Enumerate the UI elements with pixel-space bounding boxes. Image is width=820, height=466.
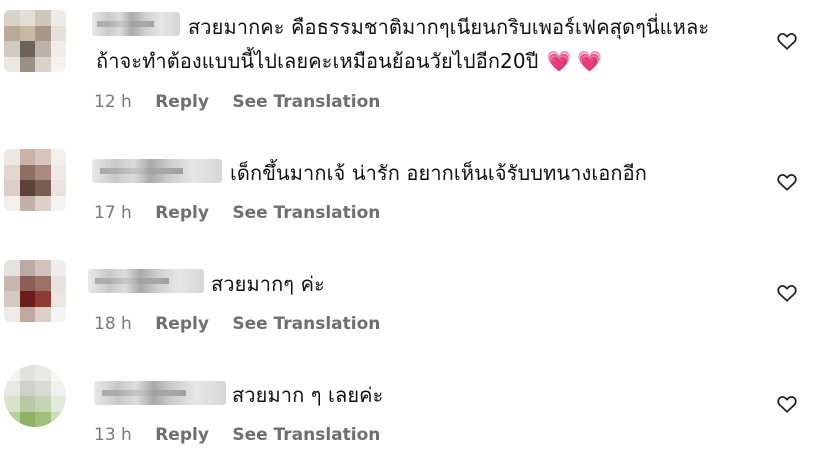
see-translation-button[interactable]: See Translation xyxy=(232,314,380,334)
reply-button[interactable]: Reply xyxy=(155,203,209,223)
comment-text-line: สวยมากคะ คือธรรมชาติมากๆเนียนกริบเพอร์เฟ… xyxy=(188,15,710,39)
comment-time: 17 h xyxy=(94,203,132,223)
heart-outline-icon xyxy=(777,396,797,413)
see-translation-button[interactable]: See Translation xyxy=(232,92,380,112)
comment-time: 13 h xyxy=(94,425,132,445)
comment-text: สวยมากคะ คือธรรมชาติมากๆเนียนกริบเพอร์เฟ… xyxy=(188,12,709,42)
username-blurred[interactable] xyxy=(92,12,180,36)
comment-text: สวยมาก ๆ เลยค่ะ xyxy=(232,380,383,410)
username-blurred[interactable] xyxy=(94,381,226,405)
avatar[interactable] xyxy=(4,10,66,72)
reply-button[interactable]: Reply xyxy=(155,425,209,445)
comment-text-line: สวยมากๆ ค่ะ xyxy=(211,272,325,296)
like-button[interactable] xyxy=(776,171,798,193)
comment-text: สวยมากๆ ค่ะ xyxy=(211,269,325,299)
heart-outline-icon xyxy=(777,285,797,302)
heart-outline-icon xyxy=(777,174,797,191)
comment-item: สวยมากๆ ค่ะ 18 h Reply See Translation xyxy=(0,222,820,334)
comment-meta: 12 h Reply See Translation xyxy=(94,92,398,112)
avatar[interactable] xyxy=(4,149,66,211)
comment-text-line: ถ้าจะทำต้องแบบนี้ไปเลยคะเหมือนย้อนวัยไปอ… xyxy=(96,49,539,73)
comment-item: เด็กขึ้นมากเจ้ น่ารัก อยากเห็นเจ้รับบทนา… xyxy=(0,111,820,223)
reply-button[interactable]: Reply xyxy=(155,92,209,112)
comment-text-line: สวยมาก ๆ เลยค่ะ xyxy=(232,383,384,407)
avatar[interactable] xyxy=(4,365,66,427)
comment-text-line: เด็กขึ้นมากเจ้ น่ารัก อยากเห็นเจ้รับบทนา… xyxy=(230,161,647,185)
comment-text-continued: ถ้าจะทำต้องแบบนี้ไปเลยคะเหมือนย้อนวัยไปอ… xyxy=(96,46,608,76)
heart-emoji-icon: 💗💗 xyxy=(546,49,609,73)
username-blurred[interactable] xyxy=(88,269,204,293)
like-button[interactable] xyxy=(776,30,798,52)
comment-text: เด็กขึ้นมากเจ้ น่ารัก อยากเห็นเจ้รับบทนา… xyxy=(230,158,647,188)
see-translation-button[interactable]: See Translation xyxy=(232,203,380,223)
comment-meta: 13 h Reply See Translation xyxy=(94,425,398,445)
comment-time: 18 h xyxy=(94,314,132,334)
like-button[interactable] xyxy=(776,282,798,304)
comment-item: สวยมากคะ คือธรรมชาติมากๆเนียนกริบเพอร์เฟ… xyxy=(0,0,820,112)
see-translation-button[interactable]: See Translation xyxy=(232,425,380,445)
comment-meta: 18 h Reply See Translation xyxy=(94,314,398,334)
comment-time: 12 h xyxy=(94,92,132,112)
comment-item: สวยมาก ๆ เลยค่ะ 13 h Reply See Translati… xyxy=(0,333,820,445)
reply-button[interactable]: Reply xyxy=(155,314,209,334)
avatar[interactable] xyxy=(4,260,66,322)
heart-outline-icon xyxy=(777,33,797,50)
comment-meta: 17 h Reply See Translation xyxy=(94,203,398,223)
like-button[interactable] xyxy=(776,393,798,415)
username-blurred[interactable] xyxy=(92,159,222,183)
